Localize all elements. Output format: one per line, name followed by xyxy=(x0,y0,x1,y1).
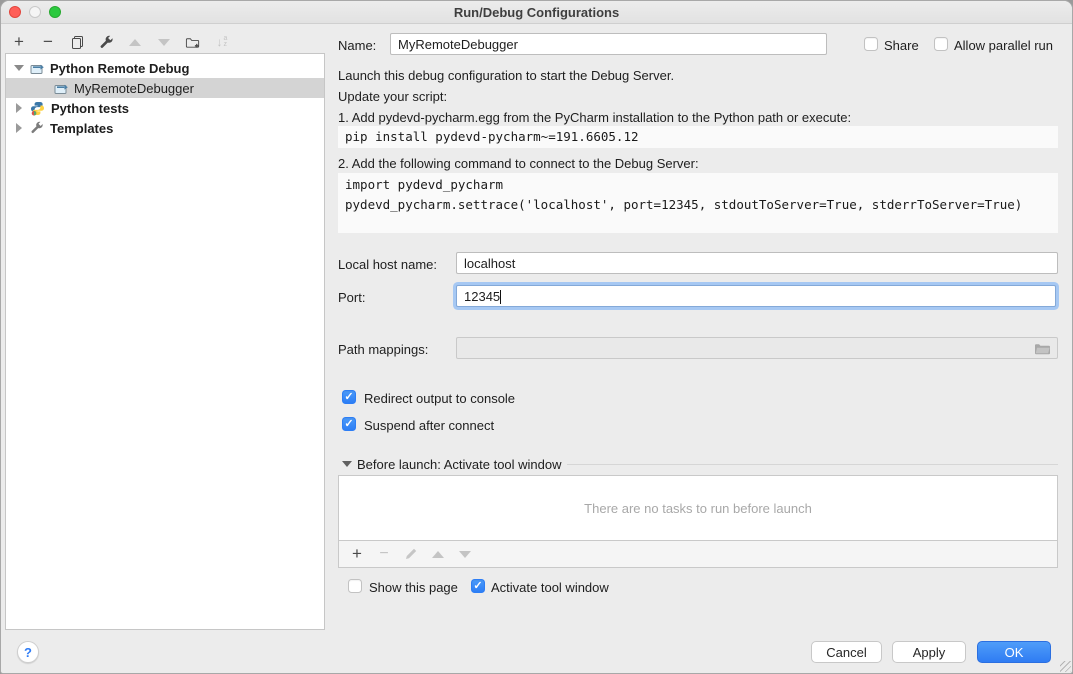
before-launch-task-list[interactable]: There are no tasks to run before launch xyxy=(338,475,1058,541)
suspend-after-connect-label: Suspend after connect xyxy=(364,418,494,433)
apply-button[interactable]: Apply xyxy=(892,641,966,663)
expand-collapse-icon[interactable] xyxy=(14,65,24,71)
tree-item-label: Python Remote Debug xyxy=(50,61,189,76)
step2-text: 2. Add the following command to connect … xyxy=(338,156,699,171)
remote-debug-icon xyxy=(54,82,68,95)
name-label: Name: xyxy=(338,38,376,53)
down-arrow-icon xyxy=(158,39,170,46)
configurations-toolbar: + − ↓az xyxy=(11,29,230,55)
cancel-button[interactable]: Cancel xyxy=(811,641,882,663)
minus-icon: − xyxy=(379,547,388,561)
chevron-right-icon xyxy=(16,123,22,133)
new-folder-button[interactable] xyxy=(185,34,201,50)
show-this-page-checkbox[interactable] xyxy=(348,579,362,593)
path-mappings-label: Path mappings: xyxy=(338,342,428,357)
check-icon: ✓ xyxy=(344,392,353,403)
question-mark-icon: ? xyxy=(24,645,32,660)
share-checkbox[interactable] xyxy=(864,37,878,51)
help-button[interactable]: ? xyxy=(17,641,39,663)
text-caret xyxy=(500,290,501,304)
port-value: 12345 xyxy=(464,289,500,304)
folder-plus-icon xyxy=(185,35,201,50)
chevron-down-icon xyxy=(14,65,24,71)
tree-item-label: Templates xyxy=(50,121,113,136)
check-icon: ✓ xyxy=(344,419,353,430)
up-arrow-icon xyxy=(129,39,141,46)
plus-icon: + xyxy=(14,35,24,49)
edit-task-button[interactable] xyxy=(403,546,419,562)
local-host-name-label: Local host name: xyxy=(338,257,437,272)
local-host-name-input[interactable] xyxy=(456,252,1058,274)
pencil-icon xyxy=(404,547,418,561)
sort-az-icon: ↓az xyxy=(217,35,228,49)
move-down-button[interactable] xyxy=(156,34,172,50)
ok-button[interactable]: OK xyxy=(977,641,1051,663)
copy-configuration-button[interactable] xyxy=(69,34,85,50)
move-up-button[interactable] xyxy=(127,34,143,50)
add-configuration-button[interactable]: + xyxy=(11,34,27,50)
down-arrow-icon xyxy=(459,551,471,558)
before-launch-title: Before launch: Activate tool window xyxy=(357,457,562,472)
suspend-after-connect-checkbox[interactable]: ✓ xyxy=(342,417,356,431)
expand-collapse-icon[interactable] xyxy=(14,123,24,133)
up-arrow-icon xyxy=(432,551,444,558)
run-debug-configurations-dialog: Run/Debug Configurations + − ↓az xyxy=(0,0,1073,674)
browse-folder-icon[interactable] xyxy=(1034,342,1051,356)
tree-item-label: Python tests xyxy=(51,101,129,116)
redirect-output-label: Redirect output to console xyxy=(364,391,515,406)
tree-item-templates[interactable]: Templates xyxy=(6,118,324,138)
copy-icon xyxy=(70,35,85,50)
description-line-2: Update your script: xyxy=(338,89,447,104)
step1-text: 1. Add pydevd-pycharm.egg from the PyCha… xyxy=(338,110,851,125)
allow-parallel-run-checkbox[interactable] xyxy=(934,37,948,51)
code-line-1: import pydevd_pycharm xyxy=(345,175,1051,195)
window-title: Run/Debug Configurations xyxy=(1,5,1072,20)
settrace-code-block[interactable]: import pydevd_pycharm pydevd_pycharm.set… xyxy=(338,173,1058,233)
add-task-button[interactable]: + xyxy=(349,546,365,562)
edit-templates-button[interactable] xyxy=(98,34,114,50)
wrench-icon xyxy=(99,35,114,50)
remove-configuration-button[interactable]: − xyxy=(40,34,56,50)
before-launch-separator xyxy=(567,464,1058,465)
name-input[interactable] xyxy=(390,33,827,55)
empty-tasks-text: There are no tasks to run before launch xyxy=(584,501,812,516)
templates-wrench-icon xyxy=(30,121,44,135)
tree-item-label: MyRemoteDebugger xyxy=(74,81,194,96)
remote-debug-icon xyxy=(30,62,44,75)
redirect-output-checkbox[interactable]: ✓ xyxy=(342,390,356,404)
chevron-right-icon xyxy=(16,103,22,113)
resize-grip[interactable] xyxy=(1060,661,1071,672)
tree-item-myremotedebugger[interactable]: MyRemoteDebugger xyxy=(6,78,324,98)
show-this-page-label: Show this page xyxy=(369,580,458,595)
activate-tool-window-label: Activate tool window xyxy=(491,580,609,595)
activate-tool-window-checkbox[interactable]: ✓ xyxy=(471,579,485,593)
port-input[interactable]: 12345 xyxy=(456,285,1056,307)
python-tests-icon xyxy=(30,101,45,116)
expand-collapse-icon[interactable] xyxy=(14,103,24,113)
before-launch-toolbar: + − xyxy=(338,541,1058,568)
remove-task-button[interactable]: − xyxy=(376,546,392,562)
minus-icon: − xyxy=(43,35,53,49)
pip-install-code[interactable]: pip install pydevd-pycharm~=191.6605.12 xyxy=(338,126,1058,148)
title-bar: Run/Debug Configurations xyxy=(1,1,1072,24)
allow-parallel-run-label: Allow parallel run xyxy=(954,38,1053,53)
code-line-2: pydevd_pycharm.settrace('localhost', por… xyxy=(345,195,1051,215)
check-icon: ✓ xyxy=(473,581,482,592)
tree-item-python-remote-debug[interactable]: Python Remote Debug xyxy=(6,58,324,78)
move-task-down-button[interactable] xyxy=(457,546,473,562)
move-task-up-button[interactable] xyxy=(430,546,446,562)
tree-item-python-tests[interactable]: Python tests xyxy=(6,98,324,118)
port-label: Port: xyxy=(338,290,365,305)
sort-configurations-button[interactable]: ↓az xyxy=(214,34,230,50)
description-line-1: Launch this debug configuration to start… xyxy=(338,68,674,83)
configurations-tree: Python Remote Debug MyRemoteDebugger xyxy=(5,53,325,630)
plus-icon: + xyxy=(352,547,362,561)
path-mappings-input[interactable] xyxy=(456,337,1058,359)
share-label: Share xyxy=(884,38,919,53)
before-launch-collapse-icon[interactable] xyxy=(342,461,352,467)
